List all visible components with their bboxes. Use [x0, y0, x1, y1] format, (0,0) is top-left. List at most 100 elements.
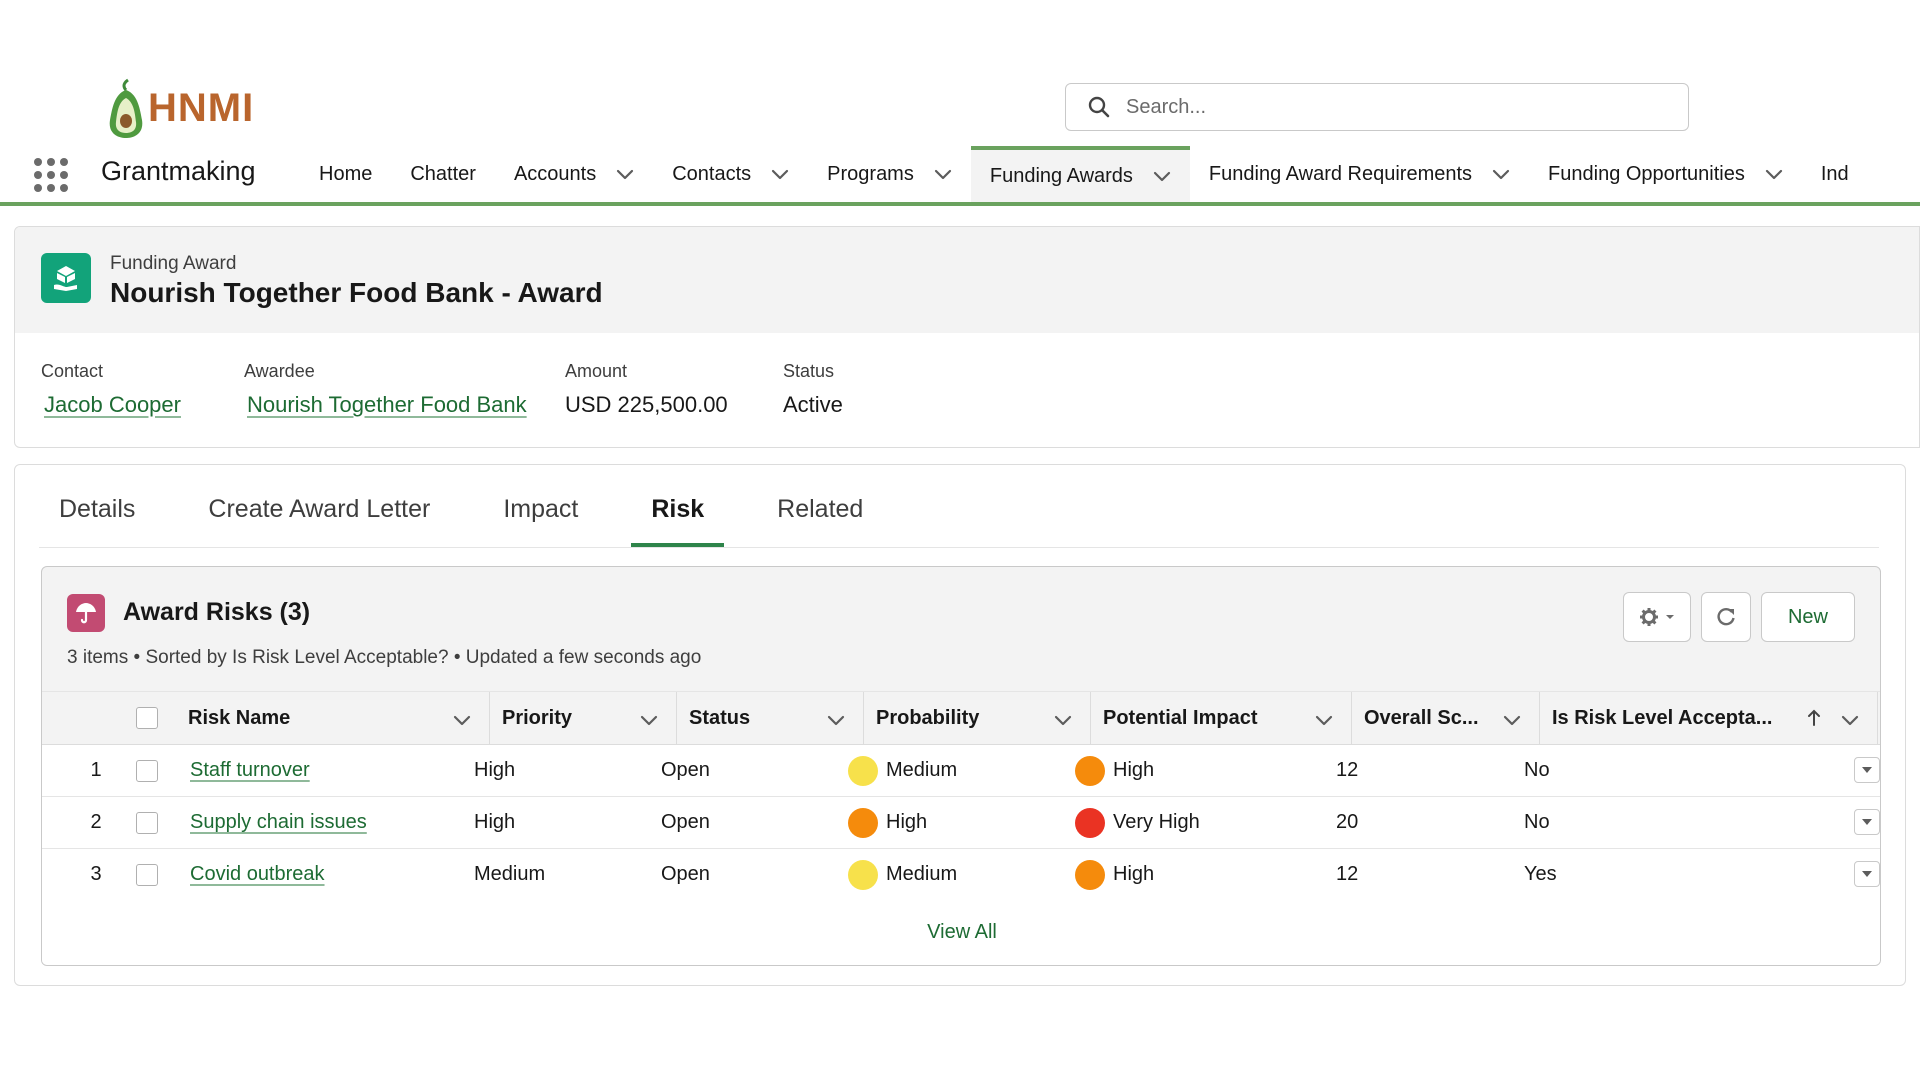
nav-menu-chevron[interactable]: [616, 163, 634, 186]
logo[interactable]: HNMI: [106, 76, 254, 140]
row-actions-button[interactable]: [1854, 757, 1880, 783]
field-value[interactable]: Jacob Cooper: [41, 392, 181, 418]
column-header-is-risk-level-accepta[interactable]: Is Risk Level Accepta...: [1540, 692, 1878, 744]
refresh-button[interactable]: [1701, 592, 1751, 642]
risk-name-link[interactable]: Covid outbreak: [190, 849, 325, 900]
sort-ascending-icon[interactable]: [1807, 709, 1821, 727]
column-menu[interactable]: [453, 709, 471, 732]
chevron-down-icon[interactable]: [1315, 715, 1333, 726]
row-checkbox[interactable]: [136, 863, 158, 886]
nav-item-contacts[interactable]: Contacts: [653, 146, 808, 202]
refresh-icon: [1717, 607, 1735, 626]
field-awardee: Awardee Nourish Together Food Bank: [244, 361, 527, 418]
select-all-checkbox[interactable]: [136, 707, 158, 729]
related-list-title[interactable]: Award Risks (3): [123, 598, 310, 627]
status-cell: Open: [661, 863, 710, 885]
row-number: 2: [90, 811, 102, 833]
app-launcher-icon[interactable]: [34, 158, 68, 192]
chevron-down-icon[interactable]: [1153, 171, 1171, 182]
chevron-down-icon[interactable]: [827, 715, 845, 726]
tab-create-award-letter[interactable]: Create Award Letter: [188, 495, 450, 547]
chevron-down-icon[interactable]: [1765, 169, 1783, 180]
column-header-potential-impact[interactable]: Potential Impact: [1091, 692, 1352, 744]
nav-item-funding-award-requirements[interactable]: Funding Award Requirements: [1190, 146, 1529, 202]
column-header-label: Risk Name: [188, 706, 291, 729]
column-menu[interactable]: [827, 709, 845, 732]
tab-related[interactable]: Related: [757, 495, 883, 547]
field-label: Amount: [565, 361, 628, 381]
column-header-status[interactable]: Status: [677, 692, 864, 744]
risk-name-link[interactable]: Supply chain issues: [190, 797, 367, 848]
priority-cell: Medium: [474, 863, 546, 885]
field-amount: Amount USD 225,500.00: [565, 361, 728, 418]
chevron-down-icon[interactable]: [453, 715, 471, 726]
nav-menu-chevron[interactable]: [1492, 163, 1510, 186]
field-value[interactable]: Nourish Together Food Bank: [244, 392, 527, 418]
nav-menu-chevron[interactable]: [1765, 163, 1783, 186]
nav-item-home[interactable]: Home: [300, 146, 391, 202]
tab-details[interactable]: Details: [39, 495, 155, 547]
chevron-down-icon[interactable]: [1054, 715, 1072, 726]
chevron-down-icon[interactable]: [771, 169, 789, 180]
search-icon: [1088, 96, 1110, 118]
chevron-down-icon[interactable]: [616, 169, 634, 180]
column-header-risk-name[interactable]: Risk Name: [178, 692, 490, 744]
award-risks-related-list: Award Risks (3) 3 items • Sorted by Is R…: [41, 566, 1881, 966]
nav-menu-chevron[interactable]: [1153, 165, 1171, 188]
probability-indicator-icon: [848, 807, 878, 838]
probability-indicator-icon: [848, 859, 878, 890]
nav-item-label: Funding Opportunities: [1548, 162, 1745, 185]
impact-indicator-icon: [1075, 859, 1105, 890]
nav-item-label: Chatter: [410, 162, 476, 185]
column-header-overall-sc[interactable]: Overall Sc...: [1352, 692, 1540, 744]
tab-impact[interactable]: Impact: [483, 495, 598, 547]
record-tabs-card: Details Create Award Letter Impact Risk Rela…: [14, 464, 1906, 986]
column-menu[interactable]: [1054, 709, 1072, 732]
impact-indicator-icon: [1075, 755, 1105, 786]
tab-risk[interactable]: Risk: [631, 495, 725, 547]
row-checkbox[interactable]: [136, 811, 158, 834]
search-input[interactable]: [1124, 94, 1668, 120]
column-header-priority[interactable]: Priority: [490, 692, 677, 744]
probability-cell: Medium: [848, 849, 957, 900]
nav-item-programs[interactable]: Programs: [808, 146, 971, 202]
nav-item-funding-opportunities[interactable]: Funding Opportunities: [1529, 146, 1802, 202]
caret-down-icon: [1862, 871, 1872, 877]
row-actions-button[interactable]: [1854, 809, 1880, 835]
nav-item-funding-awards[interactable]: Funding Awards: [970, 146, 1190, 202]
nav-menu-chevron[interactable]: [771, 163, 789, 186]
column-menu[interactable]: [1315, 709, 1333, 732]
record-highlights-panel: Funding Award Nourish Together Food Bank…: [14, 226, 1920, 448]
caret-down-icon: [1666, 615, 1674, 619]
impact-label: High: [1113, 863, 1155, 885]
nav-item-chatter[interactable]: Chatter: [391, 146, 495, 202]
table-body: 1 Staff turnover High Open Medium High 12 No 2 Su…: [42, 745, 1880, 901]
chevron-down-icon[interactable]: [640, 715, 658, 726]
global-search[interactable]: [1065, 83, 1689, 131]
nav-item-ind[interactable]: Ind: [1802, 146, 1868, 202]
column-menu[interactable]: [1503, 709, 1521, 732]
column-header-label: Probability: [876, 706, 980, 729]
row-checkbox[interactable]: [136, 759, 158, 782]
chevron-down-icon[interactable]: [1492, 169, 1510, 180]
nav-item-label: Programs: [827, 162, 914, 185]
chevron-down-icon[interactable]: [1841, 715, 1859, 726]
view-all-link[interactable]: View All: [42, 898, 1880, 965]
column-header-probability[interactable]: Probability: [864, 692, 1091, 744]
nav-item-accounts[interactable]: Accounts: [495, 146, 653, 202]
chevron-down-icon[interactable]: [934, 169, 952, 180]
list-settings-button[interactable]: [1623, 592, 1691, 642]
nav-item-label: Ind: [1820, 162, 1849, 185]
caret-down-icon: [1862, 819, 1872, 825]
row-checkbox-cell: [136, 797, 158, 848]
nav-menu-chevron[interactable]: [934, 163, 952, 186]
column-menu[interactable]: [1841, 709, 1859, 732]
risk-name-link[interactable]: Staff turnover: [190, 745, 310, 796]
field-label: Status: [783, 361, 835, 381]
row-actions-button[interactable]: [1854, 861, 1880, 887]
column-header-label: Status: [689, 706, 751, 729]
column-menu[interactable]: [640, 709, 658, 732]
new-button[interactable]: New: [1761, 592, 1855, 642]
chevron-down-icon[interactable]: [1503, 715, 1521, 726]
impact-cell: High: [1075, 849, 1154, 900]
